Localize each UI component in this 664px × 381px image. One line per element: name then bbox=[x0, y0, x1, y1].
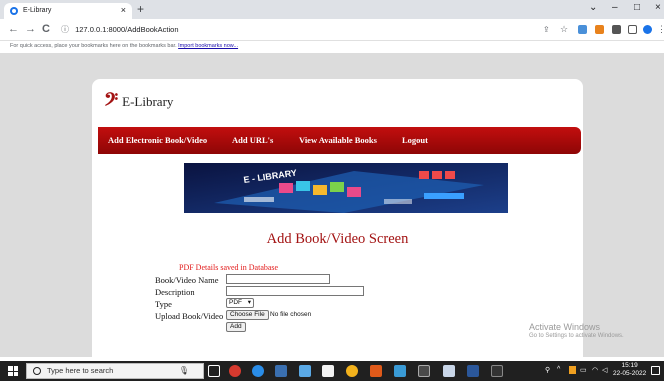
app-icon-red[interactable] bbox=[229, 365, 241, 377]
tab-close-icon[interactable]: × bbox=[121, 5, 126, 15]
forward-arrow-icon[interactable]: → bbox=[25, 23, 36, 35]
tab-search-chevron-icon[interactable]: ⌄ bbox=[589, 2, 597, 13]
no-file-text: No file chosen bbox=[270, 311, 312, 318]
watermark-line2: Go to Settings to activate Windows. bbox=[529, 333, 624, 339]
app-icon-teal[interactable] bbox=[394, 365, 406, 377]
people-icon[interactable]: ⚲ bbox=[545, 366, 550, 374]
url-omnibox[interactable]: ⓘ 127.0.0.1:8000/AddBookAction bbox=[57, 22, 527, 38]
bookmarks-hint: For quick access, place your bookmarks h… bbox=[10, 43, 177, 49]
browser-menu-icon[interactable]: ⋮ bbox=[657, 24, 664, 35]
taskbar-clock[interactable]: 15:19 22-05-2022 bbox=[613, 362, 646, 378]
url-text: 127.0.0.1:8000/AddBookAction bbox=[75, 25, 179, 34]
new-tab-button[interactable]: + bbox=[137, 2, 144, 16]
window-maximize-button[interactable]: □ bbox=[634, 2, 640, 13]
app-icon-dark[interactable] bbox=[491, 365, 503, 377]
nav-view-available-books[interactable]: View Available Books bbox=[299, 135, 377, 145]
e-library-banner: E - LIBRARY bbox=[184, 163, 508, 213]
tray-chevron-up-icon[interactable]: ^ bbox=[557, 366, 560, 373]
extension-fox-icon[interactable] bbox=[595, 25, 604, 34]
bookmark-star-icon[interactable]: ☆ bbox=[560, 24, 568, 35]
page-viewport: 𝄢 E-Library Add Electronic Book/Video Ad… bbox=[0, 53, 664, 357]
description-input[interactable] bbox=[226, 286, 364, 296]
page-title: Add Book/Video Screen bbox=[266, 231, 409, 247]
back-arrow-icon[interactable]: ← bbox=[8, 23, 19, 35]
bass-clef-logo-icon: 𝄢 bbox=[104, 89, 119, 115]
book-name-input[interactable] bbox=[226, 274, 330, 284]
reload-icon[interactable]: C bbox=[42, 23, 50, 35]
app-icon-document[interactable] bbox=[443, 365, 455, 377]
watermark-line1: Activate Windows bbox=[529, 322, 601, 332]
task-view-icon[interactable] bbox=[208, 365, 220, 377]
chevron-down-icon: ▾ bbox=[247, 299, 251, 306]
description-label: Description bbox=[155, 287, 195, 297]
window-close-button[interactable]: × bbox=[655, 2, 661, 13]
file-explorer-icon[interactable] bbox=[275, 365, 287, 377]
side-panel-icon[interactable] bbox=[628, 25, 637, 34]
store-icon[interactable] bbox=[322, 365, 334, 377]
wifi-icon[interactable]: ◠ bbox=[592, 366, 598, 374]
app-icon-orange[interactable] bbox=[370, 365, 382, 377]
app-icon-terminal[interactable] bbox=[418, 365, 430, 377]
chrome-favicon-icon bbox=[10, 7, 18, 15]
activate-windows-watermark: Activate Windows Go to Settings to activ… bbox=[529, 322, 624, 339]
taskbar-search-placeholder: Type here to search bbox=[47, 366, 114, 375]
notification-icon[interactable] bbox=[651, 366, 660, 375]
extension-shield-icon[interactable] bbox=[578, 25, 587, 34]
site-name: E-Library bbox=[122, 94, 174, 109]
volume-icon[interactable]: ◁ bbox=[602, 366, 607, 374]
browser-tab-strip: E-Library × + ⌄ – □ × bbox=[0, 0, 664, 19]
nav-logout[interactable]: Logout bbox=[402, 135, 428, 145]
chrome-icon[interactable] bbox=[346, 365, 358, 377]
site-logo[interactable]: 𝄢 E-Library bbox=[104, 89, 173, 115]
book-name-label: Book/Video Name bbox=[155, 275, 219, 285]
content-card: 𝄢 E-Library Add Electronic Book/Video Ad… bbox=[92, 79, 583, 357]
windows-start-icon[interactable] bbox=[8, 366, 18, 376]
edge-browser-icon[interactable] bbox=[252, 365, 264, 377]
bookmarks-bar: For quick access, place your bookmarks h… bbox=[0, 41, 664, 53]
extensions-puzzle-icon[interactable] bbox=[612, 25, 621, 34]
site-info-icon[interactable]: ⓘ bbox=[61, 25, 69, 34]
clock-time: 15:19 bbox=[621, 362, 638, 369]
nav-add-urls[interactable]: Add URL's bbox=[232, 135, 273, 145]
windows-taskbar: Type here to search 🎙 ⚲ ^ ▭ ◠ ◁ 15:19 22… bbox=[0, 361, 664, 381]
import-bookmarks-link[interactable]: Import bookmarks now... bbox=[178, 43, 238, 49]
clock-date: 22-05-2022 bbox=[613, 370, 647, 377]
address-bar-row: ← → C ⓘ 127.0.0.1:8000/AddBookAction ⇪ ☆… bbox=[0, 19, 664, 41]
app-icon-blue[interactable] bbox=[299, 365, 311, 377]
main-nav: Add Electronic Book/Video Add URL's View… bbox=[98, 127, 581, 154]
type-select[interactable]: PDF ▾ bbox=[226, 298, 254, 308]
upload-label: Upload Book/Video bbox=[155, 311, 224, 321]
banner-image: E - LIBRARY bbox=[184, 163, 508, 213]
nav-add-electronic-book[interactable]: Add Electronic Book/Video bbox=[108, 135, 207, 145]
choose-file-button[interactable]: Choose File bbox=[226, 310, 269, 320]
type-select-value: PDF bbox=[229, 299, 242, 306]
share-icon[interactable]: ⇪ bbox=[543, 25, 550, 34]
tab-title: E-Library bbox=[23, 7, 52, 14]
window-minimize-button[interactable]: – bbox=[612, 2, 618, 13]
profile-icon[interactable] bbox=[643, 25, 652, 34]
add-button[interactable]: Add bbox=[226, 322, 246, 332]
word-icon[interactable] bbox=[467, 365, 479, 377]
tray-app-icon[interactable] bbox=[569, 366, 576, 374]
microphone-icon[interactable]: 🎙 bbox=[179, 364, 189, 378]
status-message: PDF Details saved in Database bbox=[179, 263, 279, 272]
search-circle-icon bbox=[33, 367, 41, 375]
type-label: Type bbox=[155, 299, 172, 309]
battery-icon[interactable]: ▭ bbox=[580, 366, 587, 374]
browser-tab[interactable]: E-Library × bbox=[4, 3, 132, 19]
taskbar-search-box[interactable]: Type here to search 🎙 bbox=[26, 363, 204, 379]
